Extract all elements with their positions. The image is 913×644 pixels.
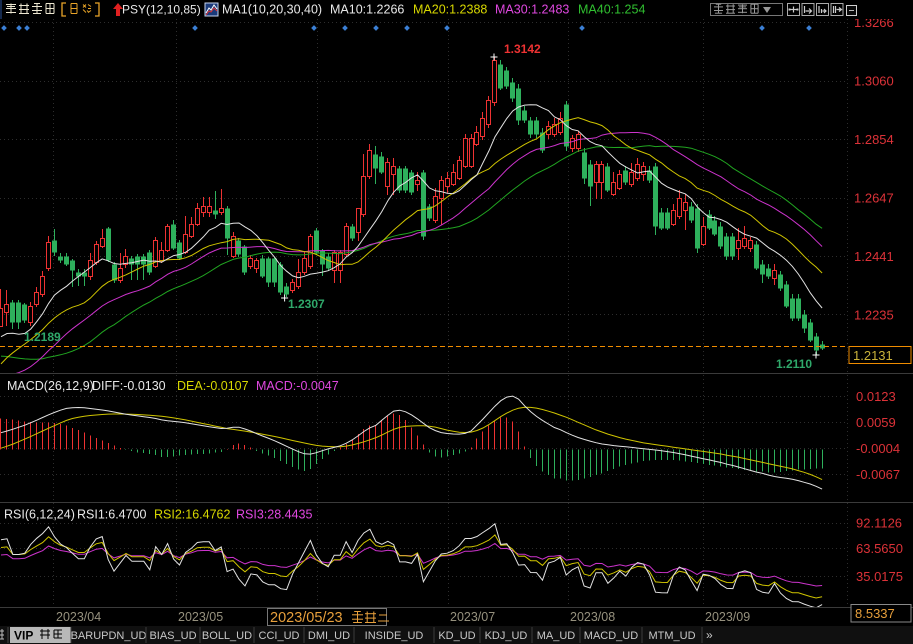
svg-text:MACD_UD: MACD_UD <box>584 630 638 642</box>
svg-text:2023/09: 2023/09 <box>705 610 750 624</box>
svg-text:-0.0067: -0.0067 <box>856 467 900 482</box>
svg-text:INSIDE_UD: INSIDE_UD <box>365 630 424 642</box>
svg-text:BARUPDN_UD: BARUPDN_UD <box>71 630 147 642</box>
svg-text:KD_UD: KD_UD <box>438 630 475 642</box>
svg-text:35.0175: 35.0175 <box>856 569 903 584</box>
svg-text:»: » <box>706 628 713 642</box>
svg-text:MA_UD: MA_UD <box>537 630 576 642</box>
svg-text:0.0123: 0.0123 <box>856 389 896 404</box>
svg-text:MA30:1.2483: MA30:1.2483 <box>495 3 569 17</box>
svg-text:MA40:1.254: MA40:1.254 <box>578 3 645 17</box>
svg-text:1.3142: 1.3142 <box>504 42 541 56</box>
svg-text:1.3060: 1.3060 <box>854 74 894 89</box>
svg-text:PSY(12,10,85): PSY(12,10,85) <box>122 3 201 17</box>
svg-text:KDJ_UD: KDJ_UD <box>485 630 528 642</box>
svg-text:VIP: VIP <box>14 629 33 643</box>
svg-text:MA20:1.2388: MA20:1.2388 <box>413 3 487 17</box>
svg-text:63.5650: 63.5650 <box>856 541 903 556</box>
svg-text:1.2647: 1.2647 <box>854 191 894 206</box>
svg-text:1.2441: 1.2441 <box>854 249 894 264</box>
svg-text:1.2307: 1.2307 <box>288 297 325 311</box>
svg-text:1.2235: 1.2235 <box>854 308 894 323</box>
svg-text:-0.0004: -0.0004 <box>856 441 900 456</box>
svg-text:MA1(10,20,30,40): MA1(10,20,30,40) <box>222 3 322 17</box>
svg-text:MTM_UD: MTM_UD <box>648 630 695 642</box>
svg-text:1.2110: 1.2110 <box>776 357 812 371</box>
svg-text:0.0059: 0.0059 <box>856 415 896 430</box>
svg-text:CCI_UD: CCI_UD <box>259 630 300 642</box>
svg-text:92.1126: 92.1126 <box>856 516 902 531</box>
svg-text:2023/04: 2023/04 <box>56 610 101 624</box>
svg-text:MA10:1.2266: MA10:1.2266 <box>330 3 404 17</box>
svg-text:BOLL_UD: BOLL_UD <box>202 630 252 642</box>
svg-text:2023/07: 2023/07 <box>450 610 495 624</box>
svg-text:2023/08: 2023/08 <box>570 610 615 624</box>
svg-text:1.2189: 1.2189 <box>24 330 61 344</box>
svg-text:1.2131: 1.2131 <box>853 348 893 363</box>
svg-text:1.2854: 1.2854 <box>854 132 894 147</box>
svg-text:BIAS_UD: BIAS_UD <box>149 630 196 642</box>
svg-text:2023/05/23: 2023/05/23 <box>270 610 343 626</box>
svg-text:DMI_UD: DMI_UD <box>308 630 350 642</box>
svg-text:2023/05: 2023/05 <box>178 610 223 624</box>
